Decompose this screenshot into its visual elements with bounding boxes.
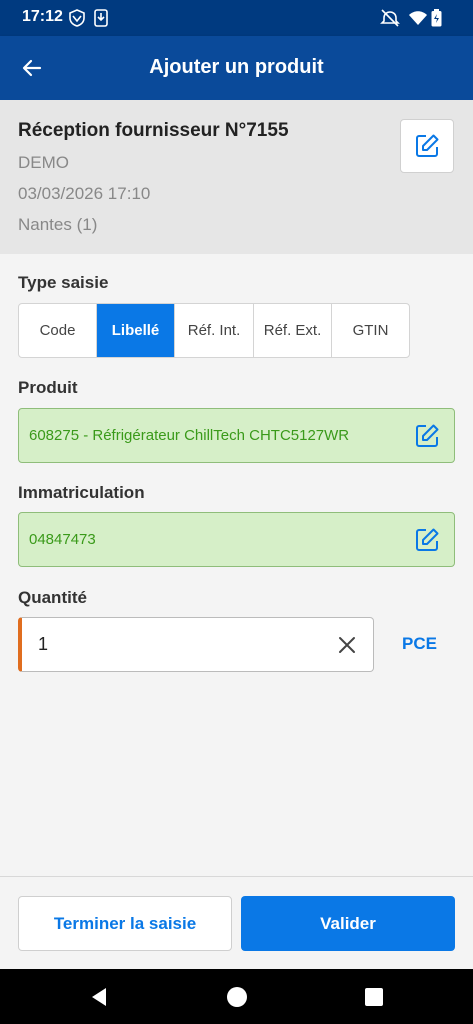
nav-home-icon[interactable] <box>226 986 248 1008</box>
phone-download-icon <box>94 9 108 27</box>
seg-code[interactable]: Code <box>19 304 97 357</box>
quantite-input[interactable]: 1 <box>18 617 374 672</box>
seg-libelle[interactable]: Libellé <box>97 304 175 357</box>
document-title: Réception fournisseur N°7155 <box>18 120 289 141</box>
document-company: DEMO <box>18 153 69 172</box>
quantite-unit[interactable]: PCE <box>402 634 437 654</box>
nav-back-icon[interactable] <box>88 986 110 1008</box>
footer-actions: Terminer la saisie Valider <box>0 876 473 969</box>
produit-value: 608275 - Réfrigérateur ChillTech CHTC512… <box>29 427 350 444</box>
status-time: 17:12 <box>22 8 63 25</box>
type-saisie-selector: Code Libellé Réf. Int. Réf. Ext. GTIN <box>18 303 410 358</box>
shield-icon <box>69 9 85 27</box>
type-saisie-label: Type saisie <box>18 273 109 292</box>
produit-field[interactable]: 608275 - Réfrigérateur ChillTech CHTC512… <box>18 408 455 463</box>
edit-pencil-icon <box>416 134 439 157</box>
silent-mode-icon <box>380 9 400 27</box>
page-title: Ajouter un produit <box>149 56 324 78</box>
document-datetime: 03/03/2026 17:10 <box>18 184 151 203</box>
edit-pencil-icon[interactable] <box>414 527 440 553</box>
system-nav-bar <box>0 969 473 1024</box>
immatriculation-label: Immatriculation <box>18 483 145 502</box>
immatriculation-value: 04847473 <box>29 531 96 548</box>
finish-entry-button[interactable]: Terminer la saisie <box>18 896 232 951</box>
seg-ref-ext[interactable]: Réf. Ext. <box>254 304 332 357</box>
edit-pencil-icon[interactable] <box>414 423 440 449</box>
app-bar: Ajouter un produit <box>0 36 473 100</box>
battery-icon <box>431 9 442 27</box>
nav-recents-icon[interactable] <box>363 986 385 1008</box>
seg-ref-int[interactable]: Réf. Int. <box>175 304 254 357</box>
edit-document-button[interactable] <box>400 119 454 173</box>
quantite-label: Quantité <box>18 588 87 607</box>
status-bar: 17:12 <box>0 0 473 36</box>
produit-label: Produit <box>18 378 78 397</box>
seg-gtin[interactable]: GTIN <box>332 304 409 357</box>
immatriculation-field[interactable]: 04847473 <box>18 512 455 567</box>
document-location: Nantes (1) <box>18 215 98 234</box>
wifi-icon <box>409 11 427 25</box>
quantite-value: 1 <box>38 634 49 654</box>
validate-button[interactable]: Valider <box>241 896 455 951</box>
close-icon[interactable] <box>335 633 359 657</box>
